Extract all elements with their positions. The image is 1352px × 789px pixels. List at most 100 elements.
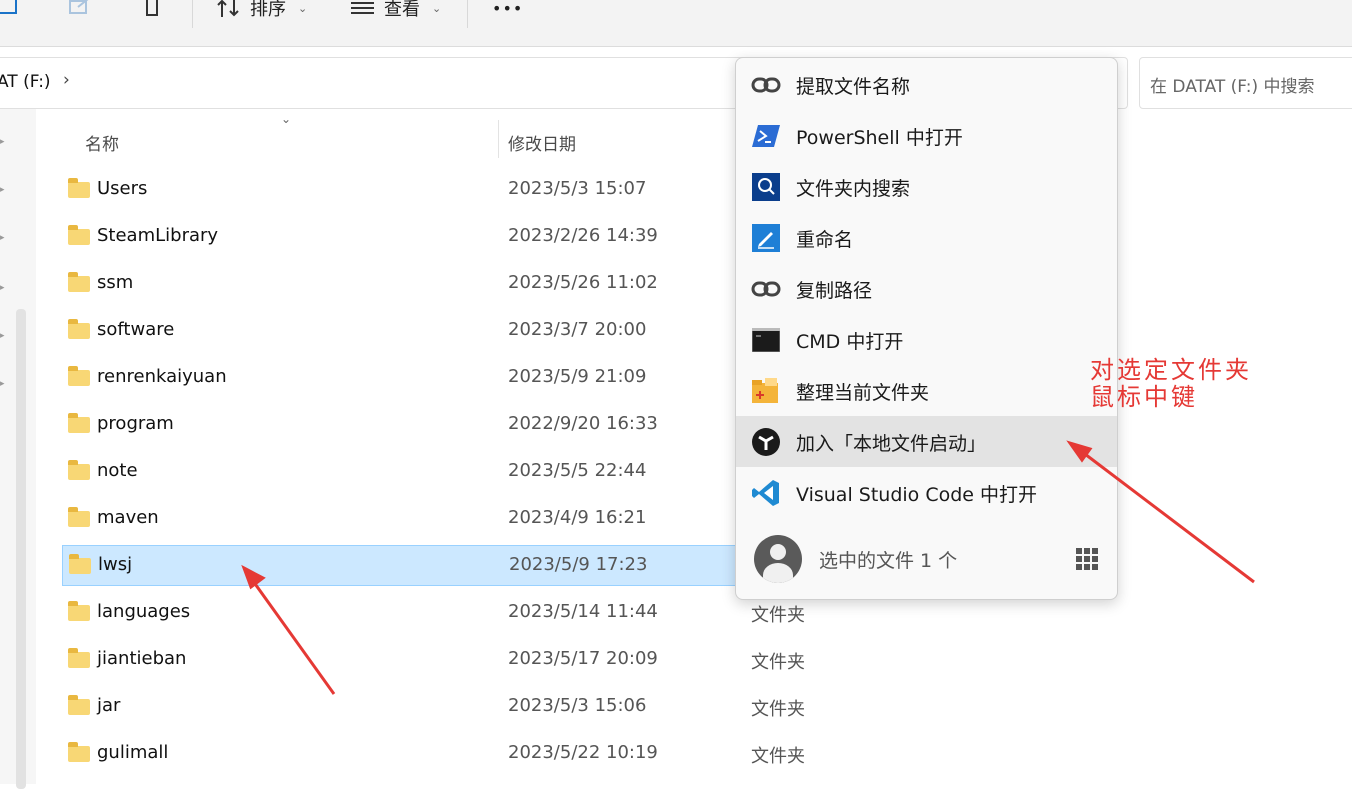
cmd-icon xyxy=(751,325,781,355)
powershell-icon xyxy=(751,121,781,151)
column-header-name[interactable]: 名称 xyxy=(85,130,119,155)
folder-icon xyxy=(68,460,90,480)
link-icon xyxy=(751,274,781,304)
menu-item-extract-names[interactable]: 提取文件名称 xyxy=(736,59,1117,110)
file-name: Users xyxy=(97,178,148,199)
file-name: ssm xyxy=(97,272,134,293)
annotation-line: 鼠标中键 xyxy=(1090,383,1198,411)
menu-item-label: Visual Studio Code 中打开 xyxy=(796,484,1037,506)
folder-icon xyxy=(68,648,90,668)
selected-count-text: 选中的文件 1 个 xyxy=(819,550,958,572)
menu-item-powershell[interactable]: PowerShell 中打开 xyxy=(736,110,1117,161)
file-date: 2023/5/22 10:19 xyxy=(508,742,658,763)
toolbar-divider xyxy=(192,0,193,28)
nav-expand-icon[interactable]: ▸ xyxy=(0,185,5,195)
file-row[interactable]: note 2023/5/5 22:44 xyxy=(62,452,762,492)
file-date: 2023/2/26 14:39 xyxy=(508,225,658,246)
address-row: AT (F:) › 在 DATAT (F:) 中搜索 xyxy=(0,47,1352,109)
sort-icon xyxy=(217,0,239,17)
file-row[interactable]: program 2022/9/20 16:33 xyxy=(62,405,762,445)
nav-scrollbar[interactable] xyxy=(16,309,26,789)
file-row[interactable]: gulimall 2023/5/22 10:19 文件夹 xyxy=(62,734,805,774)
context-menu: 提取文件名称 PowerShell 中打开 文件夹内搜索 重命名 复制路径 CM… xyxy=(735,57,1118,600)
menu-item-copy-path[interactable]: 复制路径 xyxy=(736,263,1117,314)
file-type: 文件夹 xyxy=(751,699,805,720)
file-type: 文件夹 xyxy=(751,652,805,673)
trash-icon xyxy=(144,0,160,16)
more-icon: ••• xyxy=(492,0,524,18)
avatar[interactable] xyxy=(754,535,802,583)
file-date: 2023/5/26 11:02 xyxy=(508,272,658,293)
nav-expand-icon[interactable]: ▸ xyxy=(0,233,5,243)
file-date: 2023/5/9 21:09 xyxy=(508,366,647,387)
file-row[interactable]: jar 2023/5/3 15:06 文件夹 xyxy=(62,687,805,727)
file-row[interactable]: maven 2023/4/9 16:21 xyxy=(62,499,762,539)
file-row[interactable]: jiantieban 2023/5/17 20:09 文件夹 xyxy=(62,640,805,680)
file-type: 文件夹 xyxy=(751,605,805,626)
organize-folder-icon xyxy=(751,376,781,406)
file-name: lwsj xyxy=(98,554,133,575)
file-row[interactable]: SteamLibrary 2023/2/26 14:39 xyxy=(62,217,762,257)
chevron-down-icon: ⌄ xyxy=(432,1,442,15)
breadcrumb-chevron-icon[interactable]: › xyxy=(63,70,70,90)
menu-item-vscode[interactable]: Visual Studio Code 中打开 xyxy=(736,467,1117,518)
file-name: software xyxy=(97,319,175,340)
file-row[interactable]: software 2023/3/7 20:00 xyxy=(62,311,762,351)
command-bar: 排序 ⌄ 查看 ⌄ ••• xyxy=(0,0,1352,47)
menu-item-label: 文件夹内搜索 xyxy=(796,178,911,200)
menu-item-add-launcher[interactable]: 加入「本地文件启动」 xyxy=(736,416,1117,467)
menu-item-label: 整理当前文件夹 xyxy=(796,382,930,404)
launcher-icon xyxy=(751,427,781,457)
share-button[interactable] xyxy=(68,0,92,22)
column-header-modified[interactable]: 修改日期 xyxy=(508,130,576,155)
file-row[interactable]: renrenkaiyuan 2023/5/9 21:09 xyxy=(62,358,762,398)
delete-button[interactable] xyxy=(140,0,164,22)
rename-pen-icon xyxy=(751,223,781,253)
nav-expand-icon[interactable]: ▸ xyxy=(0,283,5,293)
menu-item-rename[interactable]: 重命名 xyxy=(736,212,1117,263)
search-input[interactable]: 在 DATAT (F:) 中搜索 xyxy=(1139,57,1352,109)
file-row[interactable]: ssm 2023/5/26 11:02 xyxy=(62,264,762,304)
menu-item-organize-folder[interactable]: 整理当前文件夹 xyxy=(736,365,1117,416)
vscode-icon xyxy=(751,478,781,508)
view-button[interactable]: 查看 ⌄ xyxy=(350,0,441,22)
breadcrumb-drive[interactable]: AT (F:) xyxy=(0,72,51,92)
file-date: 2023/5/17 20:09 xyxy=(508,648,658,669)
view-label: 查看 xyxy=(384,0,420,20)
rename-button[interactable] xyxy=(0,0,20,22)
file-date: 2023/5/9 17:23 xyxy=(509,554,648,575)
menu-item-label: 重命名 xyxy=(796,229,854,251)
file-date: 2023/5/5 22:44 xyxy=(508,460,647,481)
search-icon xyxy=(751,172,781,202)
folder-icon xyxy=(68,601,90,621)
folder-icon xyxy=(68,319,90,339)
nav-expand-icon[interactable]: ▸ xyxy=(0,137,5,147)
file-name: renrenkaiyuan xyxy=(97,366,227,387)
nav-expand-icon[interactable]: ▸ xyxy=(0,379,5,389)
menu-item-label: PowerShell 中打开 xyxy=(796,127,963,149)
file-row[interactable]: languages 2023/5/14 11:44 文件夹 xyxy=(62,593,805,633)
apps-grid-icon[interactable] xyxy=(1076,548,1098,570)
sort-button[interactable]: 排序 ⌄ xyxy=(216,0,307,22)
menu-item-cmd[interactable]: CMD 中打开 xyxy=(736,314,1117,365)
folder-icon xyxy=(68,225,90,245)
file-date: 2022/9/20 16:33 xyxy=(508,413,658,434)
folder-icon xyxy=(68,507,90,527)
chevron-down-icon: ⌄ xyxy=(298,1,308,15)
menu-item-folder-search[interactable]: 文件夹内搜索 xyxy=(736,161,1117,212)
file-row-selected[interactable]: lwsj 2023/5/9 17:23 xyxy=(62,545,762,586)
file-type: 文件夹 xyxy=(751,746,805,767)
column-divider[interactable] xyxy=(498,120,499,158)
file-name: jar xyxy=(97,695,121,716)
file-row[interactable]: Users 2023/5/3 15:07 xyxy=(62,170,762,210)
nav-expand-icon[interactable]: ▸ xyxy=(0,331,5,341)
file-date: 2023/5/14 11:44 xyxy=(508,601,658,622)
toolbar-divider xyxy=(467,0,468,28)
file-name: SteamLibrary xyxy=(97,225,219,246)
more-options-button[interactable]: ••• xyxy=(492,0,523,22)
menu-item-label: 提取文件名称 xyxy=(796,76,911,98)
annotation-line: 对选定文件夹 xyxy=(1090,356,1252,384)
menu-footer: 选中的文件 1 个 xyxy=(736,528,1117,588)
file-name: gulimall xyxy=(97,742,169,763)
sort-label: 排序 xyxy=(250,0,286,20)
